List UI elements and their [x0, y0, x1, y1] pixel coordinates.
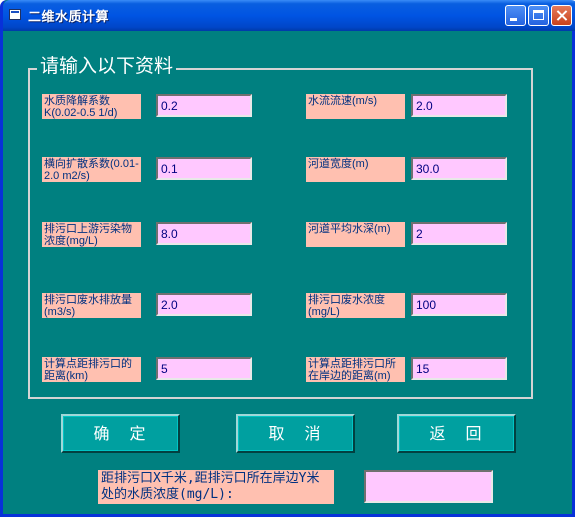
diffusion-coef-label: 横向扩散系数(0.01-2.0 m2/s): [42, 157, 141, 182]
river-width-input[interactable]: 30.0: [411, 157, 507, 180]
group-title: 请输入以下资料: [37, 54, 177, 78]
dist-bank-label: 计算点距排污口所在岸边的距离(m): [306, 357, 405, 382]
app-icon: [9, 9, 21, 20]
decay-coef-input[interactable]: 0.2: [156, 94, 252, 117]
upstream-conc-input[interactable]: 8.0: [156, 222, 252, 245]
dist-downstream-input[interactable]: 5: [156, 357, 252, 380]
upstream-conc-label: 排污口上游污染物浓度(mg/L): [42, 222, 141, 247]
back-button-label: 返 回: [429, 424, 484, 443]
window-title: 二维水质计算: [28, 10, 110, 25]
wastewater-conc-label: 排污口废水浓度(mg/L): [306, 293, 405, 318]
river-depth-input[interactable]: 2: [411, 222, 507, 245]
result-output[interactable]: [364, 470, 493, 503]
dist-downstream-label: 计算点距排污口的距离(km): [42, 357, 141, 382]
cancel-button[interactable]: 取 消: [236, 414, 355, 453]
river-depth-label: 河道平均水深(m): [306, 222, 405, 247]
discharge-flow-input[interactable]: 2.0: [156, 293, 252, 316]
dist-bank-input[interactable]: 15: [411, 357, 507, 380]
maximize-button[interactable]: [528, 5, 549, 26]
river-width-label: 河道宽度(m): [306, 157, 405, 182]
close-button[interactable]: [551, 5, 572, 26]
title-bar[interactable]: 二维水质计算: [3, 0, 575, 31]
discharge-flow-label: 排污口废水排放量(m3/s): [42, 293, 141, 318]
flow-velocity-label: 水流流速(m/s): [306, 94, 405, 119]
ok-button-label: 确 定: [93, 424, 148, 443]
diffusion-coef-input[interactable]: 0.1: [156, 157, 252, 180]
flow-velocity-input[interactable]: 2.0: [411, 94, 507, 117]
back-button[interactable]: 返 回: [397, 414, 516, 453]
decay-coef-label: 水质降解系数K(0.02-0.5 1/d): [42, 94, 141, 119]
ok-button[interactable]: 确 定: [61, 414, 180, 453]
result-label: 距排污口X千米,距排污口所在岸边Y米处的水质浓度(mg/L):: [98, 470, 334, 504]
wastewater-conc-input[interactable]: 100: [411, 293, 507, 316]
cancel-button-label: 取 消: [268, 424, 323, 443]
minimize-button[interactable]: [505, 5, 526, 26]
